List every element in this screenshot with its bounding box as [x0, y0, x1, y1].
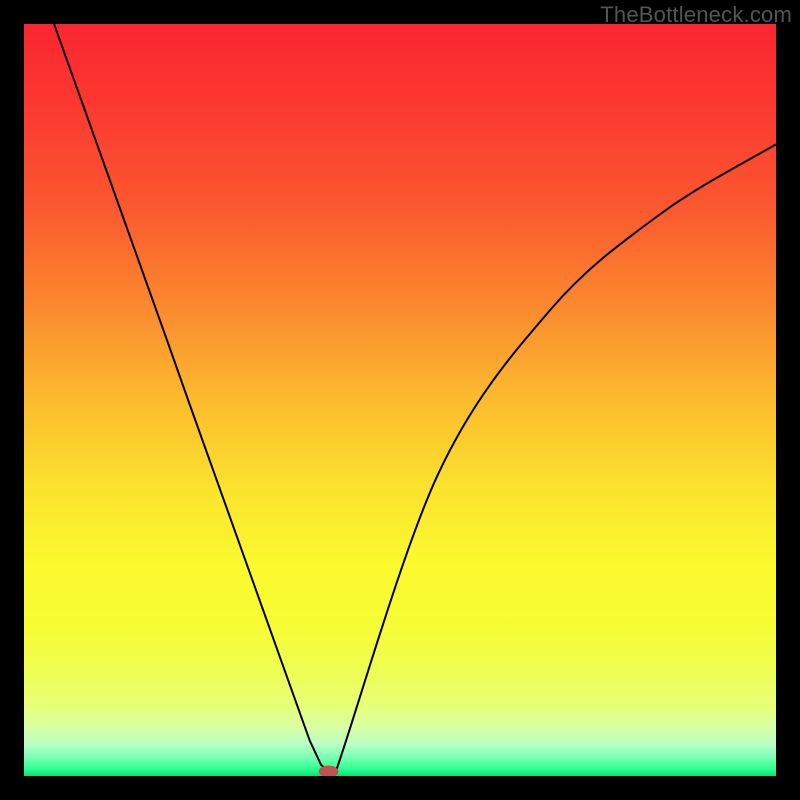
- gradient-background: [24, 24, 776, 776]
- gradient-chart: [24, 24, 776, 776]
- plot-area: [24, 24, 776, 776]
- watermark-text: TheBottleneck.com: [600, 2, 792, 28]
- chart-frame: TheBottleneck.com: [0, 0, 800, 800]
